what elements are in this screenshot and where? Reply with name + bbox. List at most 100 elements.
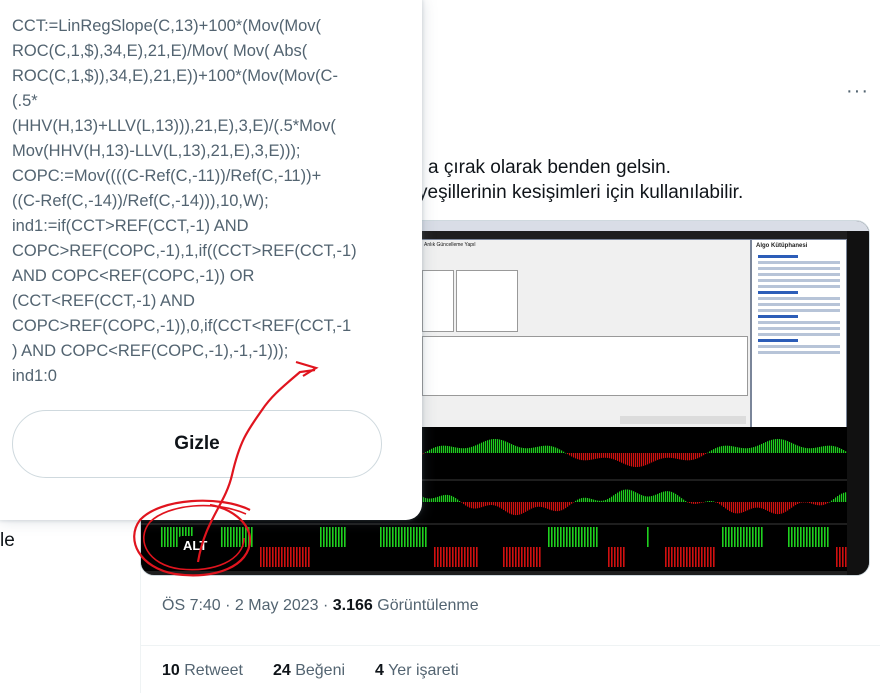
oscillator-bar xyxy=(585,453,587,461)
oscillator-bar xyxy=(469,502,471,508)
oscillator-bar xyxy=(763,443,765,453)
oscillator-bar xyxy=(577,453,579,460)
image-formula-dialog: Anlık Güncelleme Yapıl xyxy=(419,239,751,429)
oscillator-bar xyxy=(765,442,767,453)
indicator-bar xyxy=(521,547,523,567)
oscillator-bar xyxy=(715,448,717,453)
indicator-bar xyxy=(536,547,538,567)
oscillator-bar xyxy=(455,498,457,502)
oscillator-bar xyxy=(599,500,601,502)
indicator-bar xyxy=(809,527,811,547)
indicator-bar xyxy=(743,527,745,547)
oscillator-bar xyxy=(537,446,539,453)
oscillator-bar xyxy=(753,447,755,453)
oscillator-bar xyxy=(799,446,801,453)
oscillator-bar xyxy=(507,502,509,513)
oscillator-bar xyxy=(759,502,761,508)
oscillator-bar xyxy=(735,502,737,514)
image-dialog-title: Anlık Güncelleme Yapıl xyxy=(424,242,476,248)
oscillator-bar xyxy=(827,502,829,504)
bookmarks-label: Yer işareti xyxy=(388,662,459,679)
oscillator-bar xyxy=(589,498,591,502)
indicator-bar xyxy=(242,527,244,547)
oscillator-bar xyxy=(515,445,517,453)
oscillator-bar xyxy=(611,496,613,502)
oscillator-bar xyxy=(701,502,703,503)
oscillator-bar xyxy=(621,490,623,502)
oscillator-bar xyxy=(745,502,747,512)
oscillator-bar xyxy=(761,502,763,509)
oscillator-bar xyxy=(693,502,695,504)
indicator-bar xyxy=(251,527,253,547)
alt-text-badge[interactable]: ALT xyxy=(178,536,213,555)
indicator-bar xyxy=(467,547,469,567)
oscillator-bar xyxy=(519,447,521,453)
oscillator-bar xyxy=(779,502,781,515)
oscillator-bar xyxy=(805,502,807,503)
more-options-icon[interactable]: ··· xyxy=(846,80,869,103)
indicator-bar xyxy=(344,527,346,547)
oscillator-bar xyxy=(835,497,837,502)
indicator-bar xyxy=(260,547,262,567)
oscillator-bar xyxy=(751,502,753,509)
oscillator-bar xyxy=(555,447,557,453)
oscillator-bar xyxy=(587,497,589,502)
oscillator-bar xyxy=(769,440,771,453)
timestamp[interactable]: ÖS 7:40 · 2 May 2023 · xyxy=(162,597,333,614)
indicator-bar xyxy=(734,527,736,547)
oscillator-bar xyxy=(553,446,555,453)
oscillator-bar xyxy=(579,453,581,460)
oscillator-bar xyxy=(495,502,497,506)
oscillator-bar xyxy=(631,490,633,502)
oscillator-bar xyxy=(489,439,491,453)
oscillator-bar xyxy=(653,495,655,502)
oscillator-bar xyxy=(843,492,845,502)
indicator-bar xyxy=(338,527,340,547)
oscillator-bar xyxy=(557,448,559,453)
indicator-bar xyxy=(752,527,754,547)
oscillator-bar xyxy=(489,502,491,506)
indicator-bar xyxy=(380,527,382,547)
indicator-bar xyxy=(698,547,700,567)
indicator-bar xyxy=(842,547,844,567)
oscillator-bar xyxy=(467,502,469,507)
tweet-meta: ÖS 7:40 · 2 May 2023 · 3.166 Görüntülenm… xyxy=(162,597,479,615)
indicator-bar xyxy=(737,527,739,547)
oscillator-bar xyxy=(513,502,515,515)
indicator-bar xyxy=(293,547,295,567)
oscillator-bar xyxy=(531,447,533,453)
oscillator-bar xyxy=(767,441,769,453)
indicator-bar xyxy=(320,527,322,547)
oscillator-bar xyxy=(639,453,641,467)
likes-link[interactable]: 24 Beğeni xyxy=(273,662,345,680)
oscillator-bar xyxy=(435,447,437,453)
oscillator-bar xyxy=(505,502,507,512)
oscillator-bar xyxy=(645,496,647,502)
indicator-bar xyxy=(458,547,460,567)
oscillator-bar xyxy=(721,446,723,453)
oscillator-bar xyxy=(807,502,809,503)
hide-button[interactable]: Gizle xyxy=(12,410,382,478)
oscillator-bar xyxy=(733,446,735,453)
oscillator-bar xyxy=(507,442,509,453)
views-count: 3.166 xyxy=(332,597,373,614)
indicator-bar xyxy=(503,547,505,567)
oscillator-bar xyxy=(527,448,529,453)
oscillator-bar xyxy=(629,489,631,502)
alt-text-popup: CCT:=LinRegSlope(C,13)+100*(Mov(Mov( ROC… xyxy=(0,0,422,520)
oscillator-bar xyxy=(723,502,725,507)
oscillator-bar xyxy=(599,453,601,459)
oscillator-bar xyxy=(571,502,573,504)
indicator-bar xyxy=(341,527,343,547)
retweets-link[interactable]: 10 Retweet xyxy=(162,662,243,680)
oscillator-bar xyxy=(553,502,555,511)
oscillator-bar xyxy=(683,453,685,461)
oscillator-bar xyxy=(491,439,493,453)
indicator-bar xyxy=(434,547,436,567)
oscillator-bar xyxy=(457,447,459,453)
oscillator-bar xyxy=(785,502,787,512)
oscillator-bar xyxy=(607,453,609,458)
oscillator-bar xyxy=(791,502,793,508)
bookmarks-link[interactable]: 4 Yer işareti xyxy=(375,662,459,680)
oscillator-bar xyxy=(443,445,445,453)
